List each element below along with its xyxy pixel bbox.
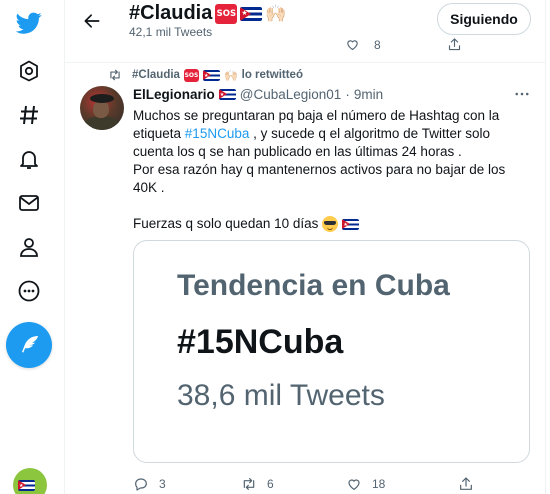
account-avatar[interactable] (13, 468, 47, 494)
following-button[interactable]: Siguiendo (437, 3, 531, 35)
hashtag-icon[interactable] (8, 94, 50, 136)
page-title: #Claudia SOS 🙌🏻 (129, 2, 287, 25)
twitter-logo-icon[interactable] (8, 2, 50, 44)
cuba-flag-icon (18, 480, 35, 491)
retweet-icon (243, 478, 255, 490)
tweet-text-line: Muchos se preguntaran pq baja el número … (133, 108, 500, 123)
tweet-text-spacer (133, 197, 533, 215)
sidebar-nav (0, 0, 60, 494)
raised-hands-icon: 🙌🏻 (265, 3, 287, 23)
retweet-label: lo retwitteó (241, 69, 303, 81)
tweet-text-segment: Fuerzas q solo quedan 10 días (133, 216, 319, 231)
author-name[interactable]: ElLegionario (133, 87, 215, 102)
previous-tweet-actions: 8 (345, 37, 462, 52)
cuba-flag-icon (202, 69, 220, 81)
share-icon (460, 477, 472, 490)
cuba-flag-icon (240, 6, 263, 21)
tweet-timestamp[interactable]: 9min (354, 87, 383, 102)
cuba-flag-icon (342, 218, 360, 230)
arrow-left-icon (84, 14, 100, 28)
back-button[interactable] (75, 4, 109, 38)
like-count: 18 (372, 477, 386, 491)
page-title-text: #Claudia (129, 2, 213, 24)
tweet-text: Muchos se preguntaran pq baja el número … (133, 107, 533, 233)
sos-icon: SOS (183, 68, 199, 82)
retweet-button[interactable]: 6 (241, 476, 274, 492)
sunglasses-emoji-icon (322, 216, 339, 232)
reply-icon (135, 478, 147, 491)
card-hashtag: #15NCuba (177, 323, 344, 361)
page-header: #Claudia SOS 🙌🏻 42,1 mil Tweets Siguiend… (65, 0, 545, 60)
sos-icon: SOS (215, 3, 238, 24)
tweet-header: ElLegionario @CubaLegion01 · 9min (133, 87, 383, 102)
tweet-text-segment: , y sucede q el algoritmo de Twitter sol… (249, 126, 490, 141)
tweet-divider (65, 62, 545, 63)
cuba-flag-icon (218, 89, 236, 100)
separator-dot: · (345, 87, 350, 102)
previous-like-count: 8 (374, 37, 381, 52)
card-trend-title: Tendencia en Cuba (177, 269, 450, 302)
card-tweet-count: 38,6 mil Tweets (177, 379, 385, 412)
reply-count: 3 (159, 477, 166, 491)
hashtag-link[interactable]: #15NCuba (185, 126, 250, 141)
retweet-context[interactable]: #Claudia SOS 🙌🏻 lo retwitteó (108, 68, 303, 82)
share-icon[interactable] (447, 37, 462, 52)
compose-tweet-button[interactable] (6, 322, 52, 368)
author-handle[interactable]: @CubaLegion01 (240, 87, 342, 102)
notifications-icon[interactable] (8, 138, 50, 180)
raised-hands-icon: 🙌🏻 (223, 69, 238, 82)
like-button[interactable]: 18 (346, 476, 385, 492)
more-options-button[interactable] (512, 86, 532, 102)
author-avatar[interactable] (80, 86, 124, 130)
tweet-count: 42,1 mil Tweets (129, 25, 213, 39)
tweet-text-segment: etiqueta (133, 126, 185, 141)
tweet-text-line: 40K . (133, 180, 165, 195)
reply-button[interactable]: 3 (133, 476, 166, 492)
tweet-media-card[interactable]: Tendencia en Cuba #15NCuba 38,6 mil Twee… (133, 240, 530, 463)
tweet-text-line: Por esa razón hay q mantenernos activos … (133, 162, 506, 177)
profile-icon[interactable] (8, 226, 50, 268)
tweet-text-line: etiqueta #15NCuba , y sucede q el algori… (133, 125, 533, 143)
share-button[interactable] (458, 476, 474, 492)
retweeter-name: #Claudia (132, 69, 180, 81)
compose-icon (22, 336, 38, 353)
tweet-text-line: Fuerzas q solo quedan 10 días (133, 215, 533, 233)
heart-icon (348, 479, 360, 491)
more-dots-icon (515, 92, 529, 96)
explore-icon[interactable] (8, 50, 50, 92)
column-divider (64, 0, 65, 494)
retweet-icon (110, 69, 120, 81)
retweet-count: 6 (267, 477, 274, 491)
tweet-actions: 3 6 18 (133, 476, 533, 494)
tweet-text-line: cuenta los q se han publicado en las últ… (133, 144, 462, 159)
more-icon[interactable] (8, 270, 50, 312)
messages-icon[interactable] (8, 182, 50, 224)
column-divider-right (545, 0, 546, 494)
heart-icon[interactable] (345, 37, 360, 52)
